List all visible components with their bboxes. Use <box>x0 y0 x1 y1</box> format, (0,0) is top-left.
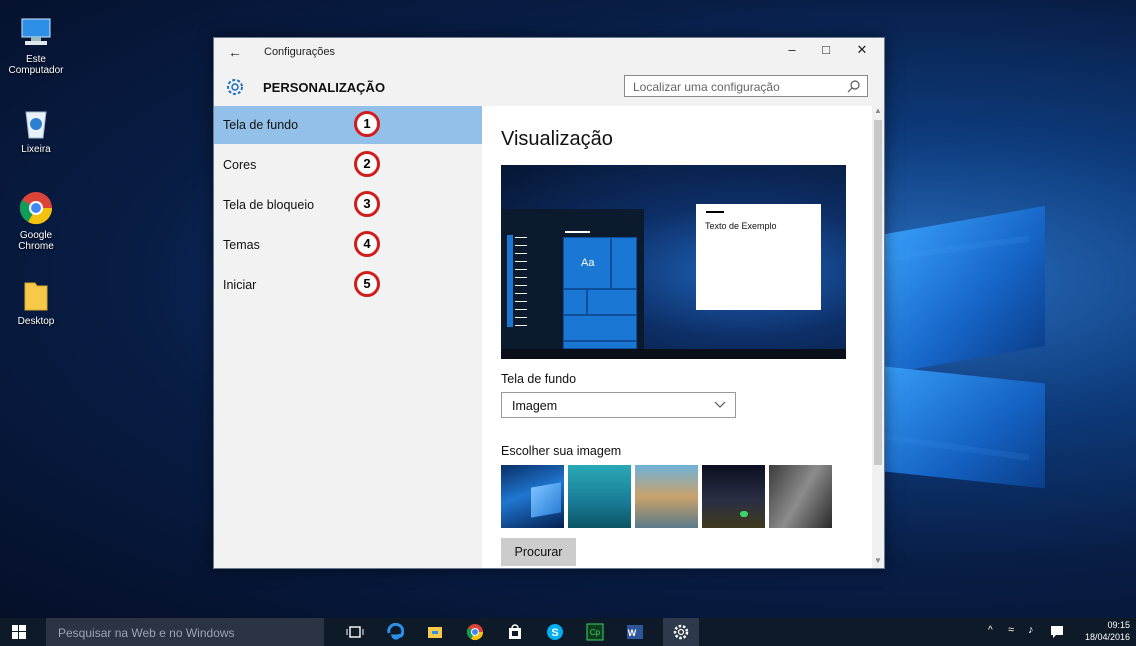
network-icon[interactable]: ≈ <box>1008 624 1014 636</box>
settings-window: ← Configurações – □ ✕ PERSONALIZAÇÃO Loc… <box>213 37 885 569</box>
scroll-up-icon[interactable]: ▲ <box>874 106 882 115</box>
recycle-bin-icon <box>25 111 47 139</box>
volume-icon[interactable]: ♪ <box>1028 624 1034 636</box>
background-type-select[interactable]: Imagem <box>501 392 736 418</box>
sidebar-item-temas[interactable]: Temas 4 <box>214 226 482 264</box>
minimize-button[interactable]: – <box>780 42 804 62</box>
background-type-value: Imagem <box>512 399 558 413</box>
content-pane: Visualização Aa Texto de Exemplo Tela de… <box>482 106 872 568</box>
scrollbar-thumb[interactable] <box>874 120 882 465</box>
chevron-down-icon <box>714 401 726 408</box>
taskbar: Pesquisar na Web e no Windows S Cp W ^ ≈… <box>0 618 1136 646</box>
taskbar-search-input[interactable]: Pesquisar na Web e no Windows <box>46 618 324 646</box>
folder-icon <box>24 282 48 311</box>
clock-time[interactable]: 09:15 <box>1074 620 1130 630</box>
sidebar-item-label: Tela de bloqueio <box>223 198 315 212</box>
file-explorer-icon[interactable] <box>426 623 444 641</box>
preview-sample-window: Texto de Exemplo <box>696 204 821 310</box>
preview-tile <box>587 289 637 315</box>
search-placeholder: Localizar uma configuração <box>633 80 780 94</box>
choose-image-label: Escolher sua imagem <box>501 444 622 458</box>
desktop-icon-folder[interactable]: Desktop <box>4 280 68 327</box>
title-bar: ← Configurações – □ ✕ <box>214 38 884 68</box>
settings-taskbar-active[interactable] <box>663 618 699 646</box>
computer-icon <box>21 18 51 45</box>
sidebar: Tela de fundo 1 Cores 2 Tela de bloqueio… <box>214 106 482 568</box>
preview-taskbar <box>501 349 846 359</box>
sidebar-item-label: Iniciar <box>223 278 257 292</box>
search-icon <box>847 80 860 93</box>
desktop-icon-label: Lixeira <box>21 144 51 155</box>
image-thumbnail-underwater[interactable] <box>568 465 631 528</box>
preview-menu-line <box>565 231 590 233</box>
settings-search-input[interactable]: Localizar uma configuração <box>624 75 868 97</box>
section-header: PERSONALIZAÇÃO Localizar uma configuraçã… <box>214 68 884 106</box>
back-arrow-icon[interactable]: ← <box>228 44 242 60</box>
preview-tile <box>563 341 637 349</box>
show-hidden-icons-icon[interactable]: ^ <box>988 625 993 636</box>
desktop-icon-computer[interactable]: Este Computador <box>4 16 68 76</box>
preview-tile <box>563 289 587 315</box>
background-label: Tela de fundo <box>501 372 577 386</box>
sidebar-item-cores[interactable]: Cores 2 <box>214 146 482 184</box>
captivate-icon[interactable]: Cp <box>586 623 604 641</box>
scroll-down-icon[interactable]: ▼ <box>874 556 882 565</box>
sidebar-item-label: Tela de fundo <box>223 118 299 132</box>
annotation-badge: 2 <box>354 151 380 177</box>
thumbnail-logo <box>531 482 561 518</box>
desktop-icon-chrome[interactable]: Google Chrome <box>4 190 68 252</box>
browse-button[interactable]: Procurar <box>501 538 576 566</box>
skype-icon[interactable]: S <box>546 623 564 641</box>
sidebar-item-tela-de-fundo[interactable]: Tela de fundo 1 <box>214 106 482 144</box>
preview-tile-text: Aa <box>581 257 595 269</box>
gear-icon <box>227 79 243 95</box>
sample-window-text: Texto de Exemplo <box>705 221 777 231</box>
svg-text:W: W <box>628 628 637 638</box>
svg-text:Cp: Cp <box>590 628 601 637</box>
svg-text:S: S <box>551 627 558 639</box>
preview-menu-lines <box>515 237 527 327</box>
background-preview: Aa Texto de Exemplo <box>501 165 846 359</box>
word-icon[interactable]: W <box>626 623 644 641</box>
logo-pane-bottom <box>885 366 1045 489</box>
annotation-badge: 3 <box>354 191 380 217</box>
sidebar-item-label: Cores <box>223 158 257 172</box>
image-thumbnail-rock[interactable] <box>769 465 832 528</box>
image-thumbnail-beach[interactable] <box>635 465 698 528</box>
task-view-icon[interactable] <box>346 623 364 641</box>
chrome-taskbar-icon[interactable] <box>466 623 484 641</box>
sidebar-item-tela-de-bloqueio[interactable]: Tela de bloqueio 3 <box>214 186 482 224</box>
taskbar-search-placeholder: Pesquisar na Web e no Windows <box>58 626 235 640</box>
windows-start-icon[interactable] <box>12 625 26 639</box>
store-icon[interactable] <box>506 623 524 641</box>
chrome-icon <box>19 192 53 225</box>
sample-window-line <box>706 211 724 213</box>
image-thumbnail-windows[interactable] <box>501 465 564 528</box>
logo-pane-top <box>885 205 1045 375</box>
preview-tile <box>563 315 637 341</box>
preview-heading: Visualização <box>501 128 613 150</box>
section-title: PERSONALIZAÇÃO <box>263 80 386 95</box>
annotation-badge: 5 <box>354 271 380 297</box>
desktop-icon-label: Este Computador <box>8 54 64 76</box>
window-title: Configurações <box>264 46 335 58</box>
preview-tile <box>611 237 637 289</box>
action-center-icon[interactable] <box>1050 625 1064 639</box>
close-button[interactable]: ✕ <box>850 42 874 62</box>
clock-date[interactable]: 18/04/2016 <box>1074 632 1130 642</box>
preview-menu-accent <box>507 235 513 327</box>
maximize-button[interactable]: □ <box>814 42 838 62</box>
annotation-badge: 1 <box>354 111 380 137</box>
desktop-icon-label: Google Chrome <box>18 230 54 252</box>
edge-icon[interactable] <box>386 623 404 641</box>
settings-gear-icon <box>673 624 689 640</box>
annotation-badge: 4 <box>354 231 380 257</box>
image-thumbnail-night-sky[interactable] <box>702 465 765 528</box>
sidebar-item-label: Temas <box>223 238 260 252</box>
desktop-icon-label: Desktop <box>17 316 55 327</box>
desktop-icon-recycle-bin[interactable]: Lixeira <box>4 106 68 155</box>
thumbnail-tent <box>740 511 748 517</box>
sidebar-item-iniciar[interactable]: Iniciar 5 <box>214 266 482 304</box>
